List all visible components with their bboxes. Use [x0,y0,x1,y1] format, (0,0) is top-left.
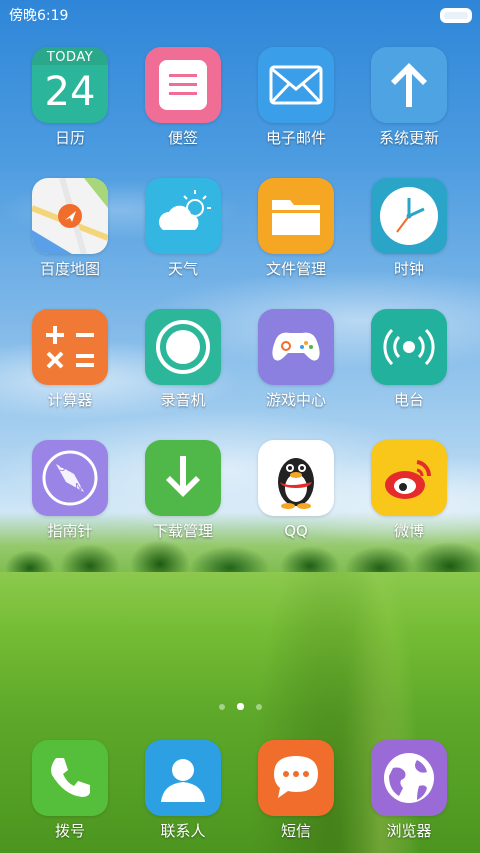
app-label-calendar: 日历 [54,129,85,147]
email-icon [258,47,334,123]
gamepad-icon [258,309,334,385]
app-calendar[interactable]: TODAY 24 日历 [20,47,120,147]
calendar-today-text: TODAY [46,50,94,65]
dock-app-browser[interactable]: 浏览器 [359,740,459,840]
dock-label-contacts: 联系人 [160,822,206,840]
app-file-manager[interactable]: 文件管理 [246,178,346,278]
download-icon [145,440,221,516]
svg-text:S: S [59,463,65,474]
app-email[interactable]: 电子邮件 [246,47,346,147]
messages-icon [258,740,334,816]
folder-icon [258,178,334,254]
app-label-notes: 便签 [167,129,198,147]
app-system-update[interactable]: 系统更新 [359,47,459,147]
dock-label-phone: 拨号 [54,822,85,840]
calendar-day-number: 24 [44,69,96,115]
calendar-icon: TODAY 24 [32,47,108,123]
app-label-game-center: 游戏中心 [265,391,326,409]
calculator-icon [32,309,108,385]
app-label-download-manager: 下载管理 [152,522,213,540]
notes-icon [145,47,221,123]
page-dot-3[interactable] [255,704,262,710]
contacts-icon [145,740,221,816]
app-label-clock: 时钟 [393,260,424,278]
status-time: 傍晚6:19 [9,8,69,24]
page-dot-2[interactable] [236,703,244,710]
phone-icon [32,740,108,816]
app-label-compass: 指南针 [47,522,93,540]
update-arrow-icon [371,47,447,123]
app-label-system-update: 系统更新 [378,129,439,147]
app-baidu-maps[interactable]: 百度地图 [20,178,120,278]
app-label-recorder: 录音机 [160,391,206,409]
radio-icon [371,309,447,385]
app-recorder[interactable]: 录音机 [133,309,233,409]
app-download-manager[interactable]: 下载管理 [133,440,233,540]
map-icon [32,178,108,254]
dock-app-contacts[interactable]: 联系人 [133,740,233,840]
dock-app-phone[interactable]: 拨号 [20,740,120,840]
app-weather[interactable]: 天气 [133,178,233,278]
app-calculator[interactable]: 计算器 [20,309,120,409]
qq-penguin-icon [258,440,334,516]
dock-app-messages[interactable]: 短信 [246,740,346,840]
app-label-weather: 天气 [167,260,198,278]
compass-icon: S N [32,440,108,516]
app-label-radio: 电台 [393,391,424,409]
app-label-email: 电子邮件 [265,129,326,147]
weather-icon [145,178,221,254]
browser-icon [371,740,447,816]
page-indicator [0,703,480,710]
app-label-qq: QQ [284,522,308,540]
app-qq[interactable]: QQ [246,440,346,540]
app-label-weibo: 微博 [393,522,424,540]
clock-icon [371,178,447,254]
app-weibo[interactable]: 微博 [359,440,459,540]
dock-label-messages: 短信 [280,822,311,840]
app-radio[interactable]: 电台 [359,309,459,409]
app-label-baidu-maps: 百度地图 [39,260,100,278]
weibo-icon [371,440,447,516]
page-dot-1[interactable] [218,704,225,710]
dock-label-browser: 浏览器 [386,822,432,840]
svg-text:N: N [75,482,82,493]
app-compass[interactable]: S N 指南针 [20,440,120,540]
app-notes[interactable]: 便签 [133,47,233,147]
recorder-icon [145,309,221,385]
app-game-center[interactable]: 游戏中心 [246,309,346,409]
app-clock[interactable]: 时钟 [359,178,459,278]
app-label-calculator: 计算器 [47,391,93,409]
app-label-file-manager: 文件管理 [265,260,326,278]
battery-icon [440,8,472,23]
status-bar: 傍晚6:19 [0,0,480,28]
